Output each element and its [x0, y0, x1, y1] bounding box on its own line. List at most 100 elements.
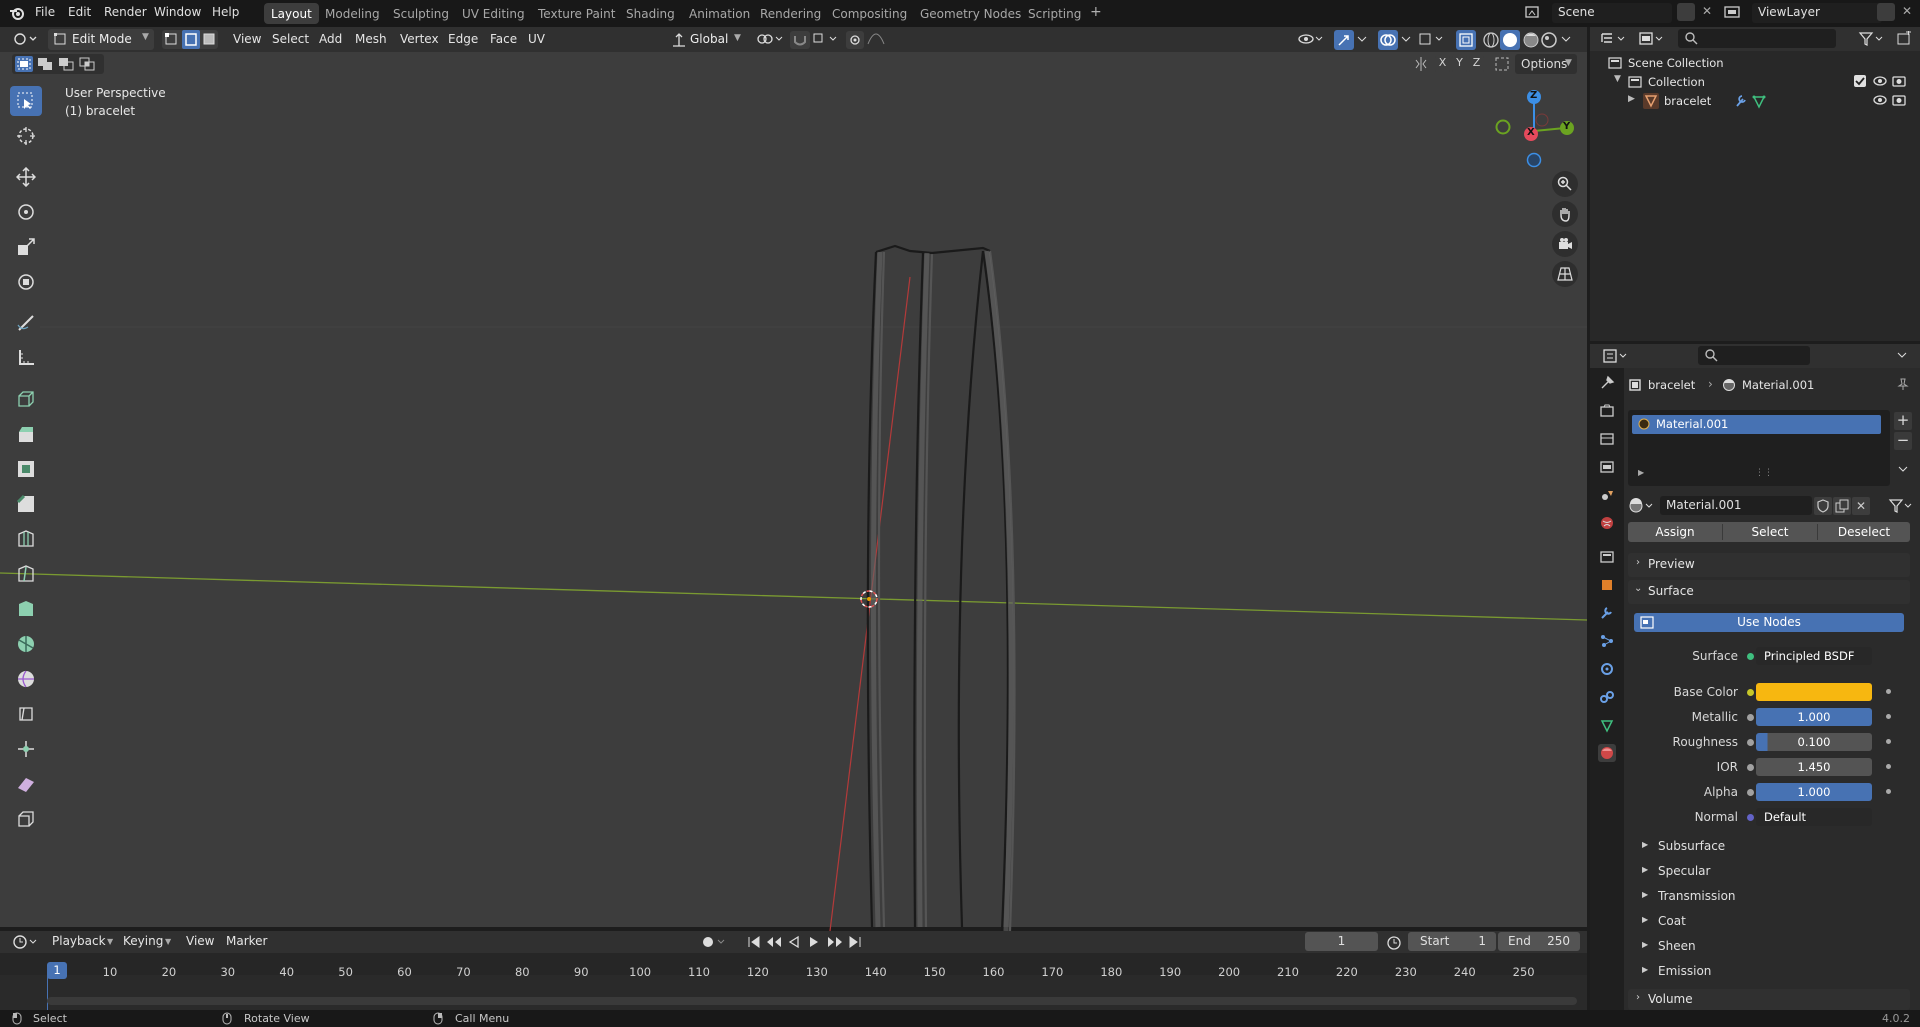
current-frame-field[interactable]: 1: [1305, 932, 1378, 951]
eye-icon[interactable]: [1872, 93, 1888, 107]
volume-panel-header[interactable]: › Volume: [1628, 989, 1910, 1010]
proportional-falloff-icon[interactable]: [866, 32, 890, 46]
outliner-row-collection[interactable]: ▼ Collection: [1614, 74, 1914, 92]
camera-view-icon[interactable]: [1552, 231, 1578, 257]
menu-add[interactable]: Add: [319, 32, 342, 46]
world-tab-icon[interactable]: [1598, 514, 1616, 532]
annotate-tool-icon[interactable]: [10, 308, 42, 338]
shear-tool-icon[interactable]: [10, 769, 42, 799]
properties-editor-icon[interactable]: [1602, 348, 1630, 364]
tab-layout[interactable]: Layout: [264, 3, 319, 24]
view-layer-icon[interactable]: [1724, 5, 1742, 19]
resize-grip-icon[interactable]: ⋮⋮: [1755, 468, 1773, 478]
preview-panel-header[interactable]: › Preview: [1628, 553, 1910, 577]
visibility-icon[interactable]: [1298, 32, 1326, 46]
record-icon[interactable]: [700, 934, 728, 950]
add-workspace-icon[interactable]: +: [1090, 4, 1102, 20]
play-icon[interactable]: [806, 934, 822, 950]
remove-scene-icon[interactable]: ✕: [1702, 4, 1712, 18]
specular-subpanel[interactable]: ▶ Specular: [1590, 863, 1920, 883]
hand-pan-icon[interactable]: [1552, 201, 1578, 227]
new-view-layer-icon[interactable]: [1877, 3, 1895, 21]
scale-tool-icon[interactable]: [10, 232, 42, 262]
jump-keyframe-back-icon[interactable]: [765, 934, 783, 950]
pivot-point-icon[interactable]: [756, 32, 784, 46]
timeline-scrollbar[interactable]: [47, 997, 1577, 1005]
jump-start-icon[interactable]: [746, 934, 762, 950]
inset-tool-icon[interactable]: [10, 454, 42, 484]
select-button[interactable]: Select: [1723, 522, 1817, 542]
navigation-gizmo[interactable]: Z Y X: [1490, 86, 1580, 170]
duplicate-material-icon[interactable]: [1833, 497, 1851, 515]
tab-animation[interactable]: Animation: [682, 3, 757, 24]
add-slot-icon[interactable]: +: [1894, 412, 1912, 430]
select-subtract-icon[interactable]: [57, 56, 75, 72]
menu-view[interactable]: View: [186, 934, 214, 948]
subsurface-subpanel[interactable]: ▶ Subsurface: [1590, 838, 1920, 858]
jump-keyframe-forward-icon[interactable]: [826, 934, 844, 950]
tab-shading[interactable]: Shading: [619, 3, 682, 24]
new-scene-icon[interactable]: [1677, 3, 1695, 21]
ior-field[interactable]: 1.450: [1756, 758, 1872, 776]
tab-compositing[interactable]: Compositing: [825, 3, 914, 24]
tab-geometry-nodes[interactable]: Geometry Nodes: [913, 3, 1028, 24]
menu-keying[interactable]: Keying: [123, 934, 163, 948]
base-color-swatch[interactable]: [1756, 683, 1872, 701]
chevron-down-icon[interactable]: [1896, 348, 1908, 362]
menu-vertex[interactable]: Vertex: [400, 32, 439, 46]
emission-subpanel[interactable]: ▶ Emission: [1590, 963, 1920, 983]
fake-user-shield-icon[interactable]: [1814, 497, 1832, 515]
tab-texture-paint[interactable]: Texture Paint: [531, 3, 622, 24]
rotate-tool-icon[interactable]: [10, 197, 42, 227]
remove-view-layer-icon[interactable]: ✕: [1902, 4, 1912, 18]
menu-help[interactable]: Help: [212, 5, 239, 19]
camera-render-icon[interactable]: [1891, 74, 1907, 88]
menu-view[interactable]: View: [233, 32, 261, 46]
cursor-tool-icon[interactable]: [10, 121, 42, 151]
current-frame-marker[interactable]: 1: [47, 962, 67, 979]
auto-merge-icon[interactable]: [1494, 56, 1512, 72]
mode-dropdown[interactable]: Edit Mode ▼: [48, 29, 154, 50]
new-collection-icon[interactable]: [1896, 31, 1912, 47]
render-tab-icon[interactable]: [1598, 402, 1616, 420]
material-slot-item[interactable]: Material.001: [1632, 415, 1881, 434]
select-extend-icon[interactable]: [36, 56, 54, 72]
edge-select-icon[interactable]: [182, 30, 200, 49]
slot-specials-icon[interactable]: [1896, 462, 1910, 476]
filter-icon[interactable]: [1858, 31, 1886, 47]
output-tab-icon[interactable]: [1598, 430, 1616, 448]
outliner-row-scene-collection[interactable]: Scene Collection: [1608, 55, 1908, 73]
tab-scripting[interactable]: Scripting: [1021, 3, 1088, 24]
zoom-icon[interactable]: [1552, 171, 1578, 197]
menu-file[interactable]: File: [35, 5, 55, 19]
outliner-row-bracelet[interactable]: ▶ bracelet: [1614, 93, 1914, 111]
tab-rendering[interactable]: Rendering: [753, 3, 828, 24]
snap-toggle-icon[interactable]: [790, 31, 810, 49]
metallic-slider[interactable]: 1.000: [1756, 708, 1872, 726]
rip-region-tool-icon[interactable]: [10, 804, 42, 834]
xray-toggle-icon[interactable]: [1456, 30, 1476, 50]
shrink-fatten-tool-icon[interactable]: [10, 734, 42, 764]
menu-mesh[interactable]: Mesh: [355, 32, 387, 46]
mesh-edit-overlay-icon[interactable]: [1418, 32, 1446, 46]
smooth-tool-icon[interactable]: [10, 664, 42, 694]
edge-slide-tool-icon[interactable]: [10, 699, 42, 729]
collection-tab-icon[interactable]: [1598, 548, 1616, 566]
menu-window[interactable]: Window: [154, 5, 201, 19]
unlink-material-icon[interactable]: ✕: [1852, 497, 1870, 515]
snap-target-icon[interactable]: [812, 32, 840, 46]
browse-material-icon[interactable]: [1628, 498, 1656, 514]
deselect-button[interactable]: Deselect: [1818, 522, 1910, 542]
normal-field[interactable]: Default: [1756, 808, 1872, 826]
transform-orientation-dropdown[interactable]: Global ▼: [670, 29, 746, 50]
remove-slot-icon[interactable]: −: [1894, 432, 1912, 450]
menu-select[interactable]: Select: [272, 32, 309, 46]
face-select-icon[interactable]: [202, 32, 216, 46]
keyframe-dot-icon[interactable]: [1886, 764, 1891, 769]
wireframe-shading-icon[interactable]: [1482, 31, 1500, 49]
start-frame-field[interactable]: Start 1: [1408, 932, 1496, 951]
solid-shading-icon[interactable]: [1500, 30, 1520, 50]
object-tab-icon[interactable]: [1598, 576, 1616, 594]
menu-uv[interactable]: UV: [528, 32, 545, 46]
extrude-tool-icon[interactable]: [10, 419, 42, 449]
